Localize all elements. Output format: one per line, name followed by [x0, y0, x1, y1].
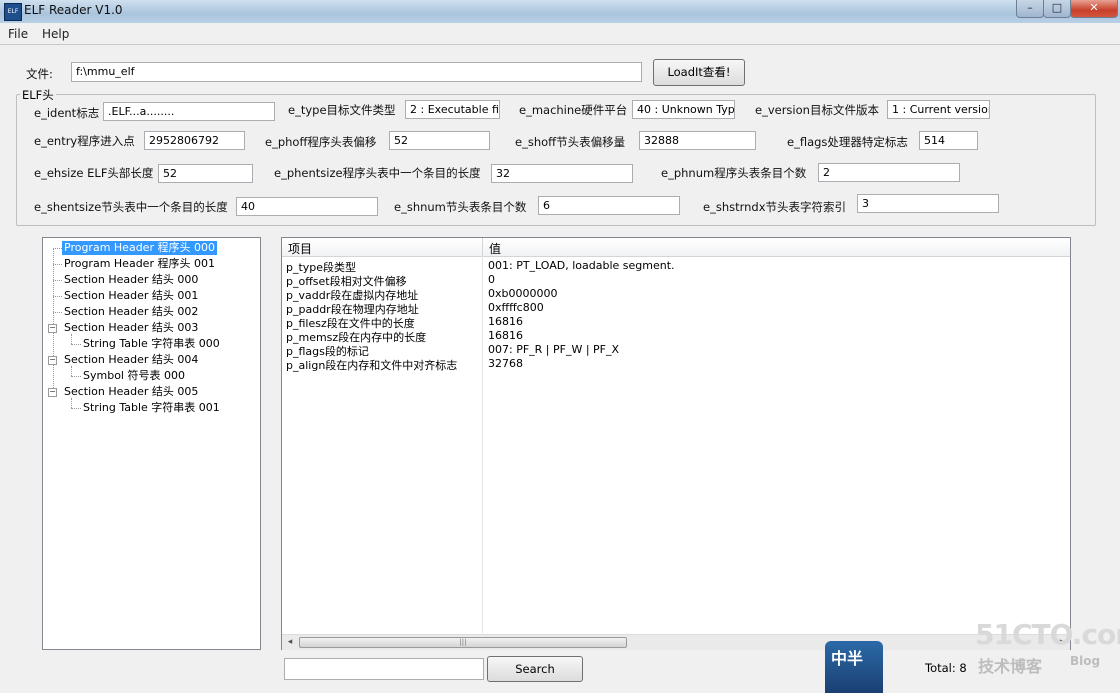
- tree-connector: [71, 334, 72, 344]
- tree-item-section-header-001[interactable]: Section Header 结头 001: [62, 289, 200, 303]
- e-ehsize-field[interactable]: 52: [158, 164, 253, 183]
- watermark-logo: 51CTO.com: [975, 618, 1120, 651]
- e-version-label: e_version目标文件版本: [755, 103, 879, 117]
- e-phentsize-label: e_phentsize程序头表中一个条目的长度: [274, 166, 481, 180]
- row-value[interactable]: 0xffffc800: [488, 301, 544, 314]
- e-phoff-label: e_phoff程序头表偏移: [265, 135, 377, 149]
- e-machine-field[interactable]: 40 : Unknown Type: [632, 100, 735, 119]
- e-flags-field[interactable]: 514: [919, 131, 978, 150]
- row-value[interactable]: 0xb0000000: [488, 287, 557, 300]
- app-icon: ELF: [4, 3, 22, 21]
- tree-item-program-header-000[interactable]: Program Header 程序头 000: [62, 241, 217, 255]
- tree-item-section-header-000[interactable]: Section Header 结头 000: [62, 273, 200, 287]
- maximize-button[interactable]: □: [1043, 0, 1071, 18]
- tree-connector: [53, 248, 62, 249]
- e-flags-label: e_flags处理器特定标志: [787, 135, 908, 149]
- scroll-left-icon[interactable]: ◂: [283, 636, 297, 649]
- e-shoff-label: e_shoff节头表偏移量: [515, 135, 626, 149]
- window-title: ELF Reader V1.0: [24, 3, 123, 17]
- e-shstrndx-label: e_shstrndx节头表字符索引: [703, 200, 847, 214]
- tree-item-section-header-004[interactable]: Section Header 结头 004: [62, 353, 200, 367]
- tree-expander-icon[interactable]: −: [48, 356, 57, 365]
- scroll-thumb[interactable]: |||: [299, 637, 627, 648]
- tree-connector: [71, 344, 81, 345]
- e-ident-field[interactable]: .ELF...a........: [103, 102, 275, 121]
- e-phoff-field[interactable]: 52: [389, 131, 490, 150]
- tree-connector: [53, 312, 62, 313]
- elf-header-group-title: ELF头: [20, 87, 56, 103]
- menu-help[interactable]: Help: [42, 27, 69, 41]
- title-bar[interactable]: ELF ELF Reader V1.0 – □ ✕: [0, 0, 1120, 23]
- e-shoff-field[interactable]: 32888: [639, 131, 756, 150]
- total-count: Total: 8: [925, 661, 967, 675]
- tree-connector: [71, 408, 81, 409]
- e-entry-field[interactable]: 2952806792: [144, 131, 245, 150]
- tree-item-section-header-002[interactable]: Section Header 结头 002: [62, 305, 200, 319]
- row-value[interactable]: 007: PF_R | PF_W | PF_X: [488, 343, 619, 356]
- menu-bar: File Help: [0, 24, 1120, 45]
- e-version-field[interactable]: 1 : Current version: [887, 100, 990, 119]
- details-list[interactable]: 项目 值 p_type段类型 001: PT_LOAD, loadable se…: [281, 237, 1071, 650]
- file-label: 文件:: [26, 67, 53, 81]
- row-value[interactable]: 001: PT_LOAD, loadable segment.: [488, 259, 675, 272]
- file-path-input[interactable]: f:\mmu_elf: [71, 62, 642, 82]
- tree-item-string-table-000[interactable]: String Table 字符串表 000: [81, 337, 222, 351]
- load-button[interactable]: LoadIt查看!: [653, 59, 745, 86]
- close-button[interactable]: ✕: [1070, 0, 1118, 18]
- tree-item-section-header-003[interactable]: Section Header 结头 003: [62, 321, 200, 335]
- column-header-value[interactable]: 值: [489, 240, 501, 257]
- e-phentsize-field[interactable]: 32: [491, 164, 633, 183]
- tree-connector: [53, 280, 62, 281]
- minimize-button[interactable]: –: [1016, 0, 1044, 18]
- e-machine-label: e_machine硬件平台: [519, 103, 628, 117]
- row-value[interactable]: 16816: [488, 329, 523, 342]
- menu-divider: [0, 44, 1120, 45]
- e-ehsize-label: e_ehsize ELF头部长度: [34, 166, 154, 180]
- e-ident-label: e_ident标志: [34, 106, 100, 120]
- tree-connector: [53, 248, 54, 392]
- row-value[interactable]: 32768: [488, 357, 523, 370]
- e-type-label: e_type目标文件类型: [288, 103, 396, 117]
- tree-item-string-table-001[interactable]: String Table 字符串表 001: [81, 401, 222, 415]
- search-input[interactable]: [284, 658, 484, 680]
- tree-item-program-header-001[interactable]: Program Header 程序头 001: [62, 257, 217, 271]
- watermark-blog: Blog: [1070, 654, 1101, 668]
- e-shentsize-field[interactable]: 40: [236, 197, 378, 216]
- row-item[interactable]: p_align段在内存和文件中对齐标志: [286, 357, 457, 373]
- e-type-field[interactable]: 2 : Executable file: [405, 100, 500, 119]
- column-divider[interactable]: [482, 238, 483, 256]
- row-value[interactable]: 16816: [488, 315, 523, 328]
- e-shentsize-label: e_shentsize节头表中一个条目的长度: [34, 200, 228, 214]
- tree-item-symbol-000[interactable]: Symbol 符号表 000: [81, 369, 187, 383]
- tree-connector: [71, 366, 72, 376]
- e-shnum-label: e_shnum节头表条目个数: [394, 200, 527, 214]
- search-button[interactable]: Search: [487, 656, 583, 682]
- tree-connector: [53, 264, 62, 265]
- tree-item-section-header-005[interactable]: Section Header 结头 005: [62, 385, 200, 399]
- menu-file[interactable]: File: [8, 27, 28, 41]
- tree-connector: [71, 398, 72, 408]
- tree-connector: [53, 296, 62, 297]
- watermark-mascot: 中半: [825, 641, 883, 693]
- e-phnum-label: e_phnum程序头表条目个数: [661, 166, 807, 180]
- row-value[interactable]: 0: [488, 273, 495, 286]
- column-gridline: [482, 256, 483, 633]
- watermark-subtitle: 技术博客: [978, 657, 1043, 676]
- list-header: 项目 值: [282, 238, 1070, 257]
- e-shstrndx-field[interactable]: 3: [857, 194, 999, 213]
- tree-expander-icon[interactable]: −: [48, 324, 57, 333]
- section-tree[interactable]: − − − Program Header 程序头 000 Program Hea…: [42, 237, 261, 650]
- tree-expander-icon[interactable]: −: [48, 388, 57, 397]
- e-phnum-field[interactable]: 2: [818, 163, 960, 182]
- tree-connector: [71, 376, 81, 377]
- e-entry-label: e_entry程序进入点: [34, 134, 135, 148]
- horizontal-scrollbar[interactable]: ◂ ||| ▸: [282, 634, 1070, 650]
- column-header-item[interactable]: 项目: [288, 240, 312, 257]
- e-shnum-field[interactable]: 6: [538, 196, 680, 215]
